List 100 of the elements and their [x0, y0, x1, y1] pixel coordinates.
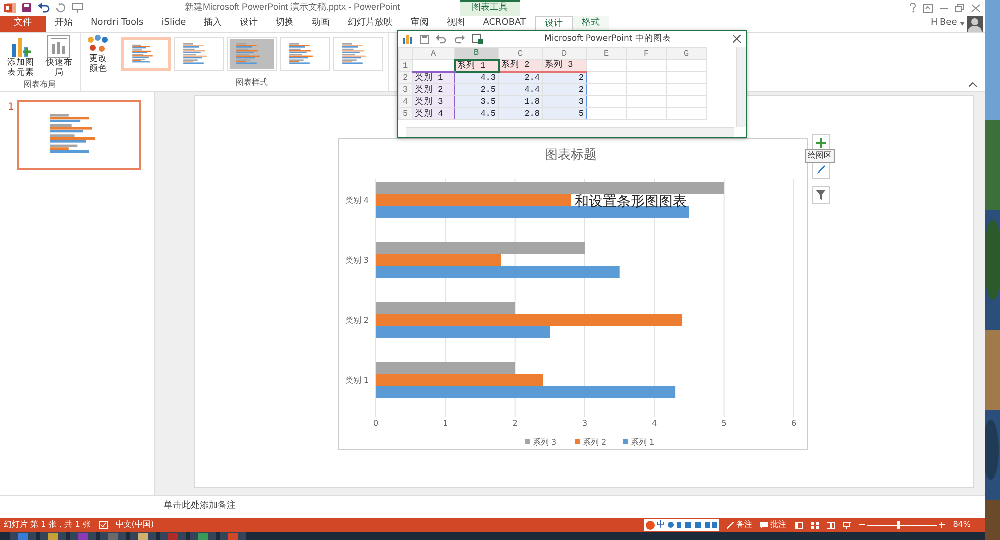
- spreadsheet-cell[interactable]: 4.5: [454, 108, 498, 120]
- ime-logo-icon[interactable]: [646, 520, 655, 530]
- app-icon[interactable]: [40, 532, 66, 540]
- column-header[interactable]: F: [626, 48, 666, 60]
- spreadsheet-cell[interactable]: 3.5: [454, 96, 498, 108]
- ribbon-tab[interactable]: ACROBAT: [474, 16, 535, 32]
- caret-icon: [960, 22, 964, 26]
- reading-view-icon[interactable]: [826, 522, 835, 528]
- user-name[interactable]: Bee: [940, 17, 958, 31]
- change-colors-button[interactable]: 更改颜色: [84, 35, 112, 75]
- save-icon[interactable]: [22, 3, 32, 13]
- ribbon-tab[interactable]: 切换: [267, 16, 304, 32]
- spreadsheet-title: Microsoft PowerPoint 中的图表: [544, 32, 672, 46]
- spreadsheet-cell[interactable]: 5: [542, 108, 586, 120]
- axis-tick-label: 4: [652, 419, 658, 428]
- column-header[interactable]: A: [412, 48, 454, 60]
- zoom-in-icon[interactable]: [939, 522, 946, 528]
- ribbon-display-icon[interactable]: [923, 4, 933, 12]
- close-icon[interactable]: [971, 4, 981, 12]
- legend-label: 系列 3: [533, 438, 557, 447]
- ribbon-tab[interactable]: iSlide: [152, 16, 196, 32]
- app-icon[interactable]: [190, 532, 216, 540]
- chart-style-thumbnail[interactable]: [174, 37, 224, 71]
- redo-icon[interactable]: [56, 3, 66, 13]
- undo-icon[interactable]: [436, 34, 447, 44]
- app-icon[interactable]: [130, 532, 156, 540]
- chart-style-thumbnail[interactable]: [280, 37, 330, 71]
- spreadsheet-cell[interactable]: 系列 1: [454, 60, 498, 72]
- language-label[interactable]: 中文(中国): [116, 519, 154, 531]
- column-header[interactable]: G: [666, 48, 706, 60]
- row-number[interactable]: 3: [398, 84, 412, 96]
- ribbon-tab[interactable]: 视图: [438, 16, 474, 32]
- row-number[interactable]: 5: [398, 108, 412, 120]
- window-title: 新建Microsoft PowerPoint 演示文稿.pptx - PowerPoint: [185, 1, 400, 14]
- column-header[interactable]: B: [454, 48, 498, 60]
- undo-icon[interactable]: [38, 3, 50, 13]
- chart-add-icon: [9, 35, 33, 59]
- ime-toolbar-icons[interactable]: [667, 521, 718, 529]
- vertical-scrollbar[interactable]: [736, 47, 746, 127]
- legend-label: 系列 1: [631, 438, 655, 447]
- ribbon-tab[interactable]: 动画: [303, 16, 340, 32]
- zoom-slider[interactable]: [866, 521, 937, 529]
- redo-icon[interactable]: [454, 34, 465, 44]
- comment-icon: [760, 522, 768, 528]
- slider-thumb[interactable]: [897, 521, 900, 529]
- chart-style-thumbnail[interactable]: [121, 37, 172, 71]
- spell-check-icon[interactable]: [98, 521, 108, 529]
- notes-button[interactable]: 备注: [727, 519, 752, 531]
- ime-mode[interactable]: 中: [656, 519, 665, 531]
- ribbon-tab[interactable]: 设计: [231, 16, 268, 32]
- ribbon-tab[interactable]: 文件: [0, 16, 46, 32]
- ribbon-tab[interactable]: 审阅: [402, 16, 438, 32]
- app-icon[interactable]: [10, 532, 36, 540]
- open-in-excel-icon[interactable]: [472, 34, 483, 44]
- chart-style-thumbnail[interactable]: [227, 37, 278, 71]
- row-number[interactable]: 2: [398, 72, 412, 84]
- ribbon-button[interactable]: 快速布局: [41, 35, 78, 79]
- slide-sorter-icon[interactable]: [810, 522, 819, 528]
- spreadsheet-cell[interactable]: 1.8: [498, 96, 542, 108]
- ribbon-tab[interactable]: 插入: [195, 16, 232, 32]
- horizontal-scrollbar[interactable]: [406, 127, 734, 137]
- collapse-ribbon-icon[interactable]: [969, 82, 977, 87]
- row-number[interactable]: 4: [398, 96, 412, 108]
- presentation-icon[interactable]: [72, 3, 84, 13]
- column-header[interactable]: E: [586, 48, 626, 60]
- row-number[interactable]: 1: [398, 60, 412, 72]
- normal-view-icon[interactable]: [794, 522, 803, 528]
- avatar-icon[interactable]: [966, 16, 983, 32]
- spreadsheet-cell[interactable]: 2.5: [454, 84, 498, 96]
- save-icon[interactable]: [420, 34, 429, 44]
- spreadsheet-cell[interactable]: 3: [542, 96, 586, 108]
- spreadsheet-cell[interactable]: 2.8: [498, 108, 542, 120]
- column-header[interactable]: C: [498, 48, 542, 60]
- chart-icon: [403, 34, 413, 44]
- ribbon-tab[interactable]: 开始: [46, 16, 82, 32]
- comments-button[interactable]: 批注: [760, 519, 787, 531]
- zoom-out-icon[interactable]: [858, 522, 865, 528]
- group-label: 图表样式: [234, 77, 269, 89]
- help-icon[interactable]: [909, 3, 917, 13]
- axis-tick-label: 1: [443, 419, 448, 428]
- ribbon-tab[interactable]: 幻灯片放映: [339, 16, 402, 32]
- ribbon-button[interactable]: 添加图表元素: [3, 35, 39, 79]
- slideshow-icon[interactable]: [842, 522, 851, 528]
- restore-icon[interactable]: [955, 4, 965, 12]
- close-icon[interactable]: [733, 35, 741, 43]
- chart-title: 图表标题: [545, 148, 597, 163]
- chart-style-thumbnail[interactable]: [333, 37, 384, 71]
- axis-tick-label: 6: [791, 419, 797, 428]
- spreadsheet-cell[interactable]: 4.4: [498, 84, 542, 96]
- ribbon-tab[interactable]: Nordri Tools: [82, 16, 153, 32]
- spreadsheet-cell[interactable]: 系列 3: [542, 60, 586, 72]
- slide-thumbnail[interactable]: [16, 100, 141, 170]
- zoom-level[interactable]: 84%: [953, 519, 971, 531]
- notes-placeholder[interactable]: 单击此处添加备注: [164, 500, 236, 514]
- chart-filter-button[interactable]: [812, 186, 830, 204]
- spreadsheet-cell[interactable]: 2: [542, 84, 586, 96]
- column-header[interactable]: D: [542, 48, 586, 60]
- app-icon[interactable]: [220, 532, 246, 540]
- axis-tick-label: 0: [373, 419, 379, 428]
- group-label: 图表布局: [23, 78, 58, 91]
